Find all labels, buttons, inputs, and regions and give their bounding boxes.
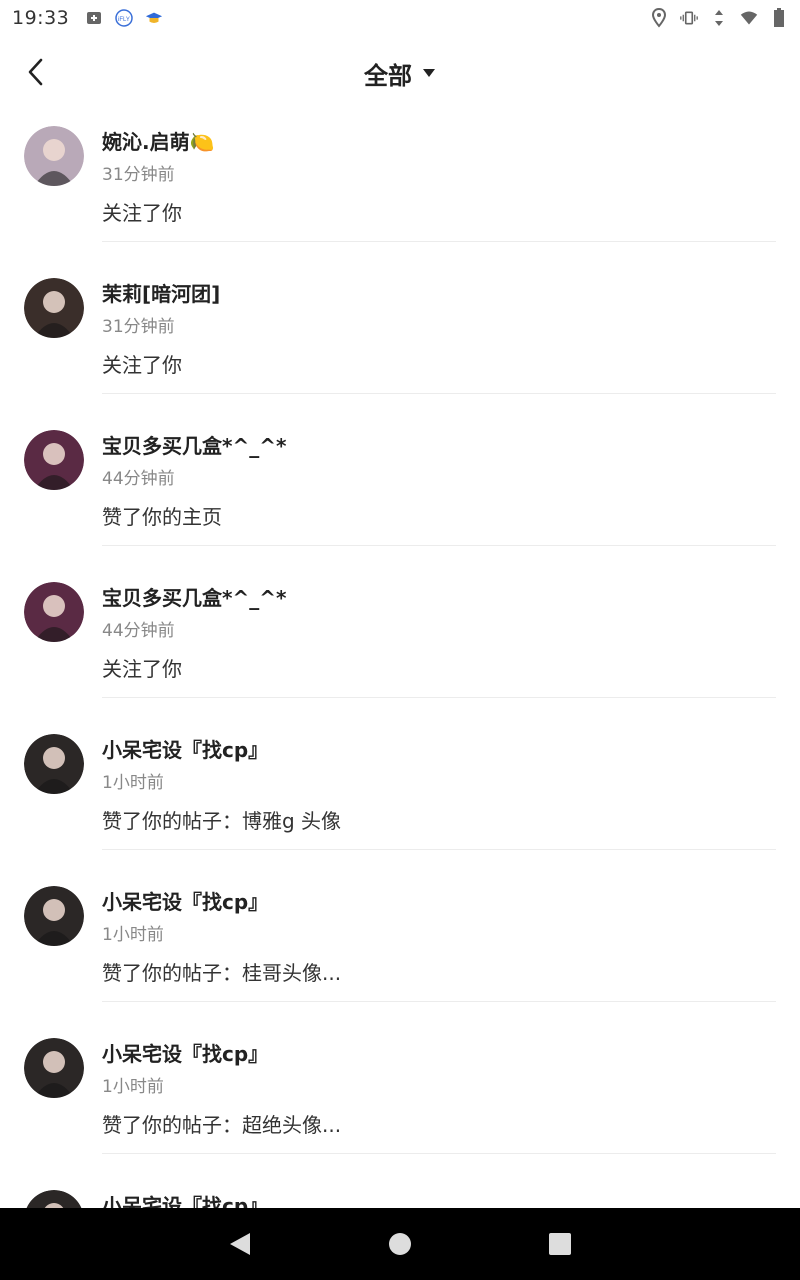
divider [102, 241, 776, 242]
avatar[interactable] [24, 1190, 84, 1208]
square-recents-icon [549, 1233, 571, 1255]
time-ago: 44分钟前 [102, 621, 175, 641]
divider [102, 545, 776, 546]
divider [102, 393, 776, 394]
status-bar: 19:33 iFLY [0, 0, 800, 36]
time-ago: 1小时前 [102, 1077, 164, 1097]
avatar[interactable] [24, 126, 84, 186]
user-name[interactable]: 小呆宅设『找cp』 [102, 1038, 268, 1067]
triangle-back-icon [230, 1233, 250, 1255]
graduation-cap-icon [145, 9, 163, 27]
avatar[interactable] [24, 886, 84, 946]
time-ago: 1小时前 [102, 925, 164, 945]
filter-dropdown[interactable]: 全部 [364, 56, 436, 91]
status-time: 19:33 [12, 7, 70, 29]
notification-item[interactable]: 小呆宅设『找cp』 1小时前 赞了你的帖子：超绝头像... [0, 1022, 800, 1174]
notification-item[interactable]: 茉莉[暗河团] 31分钟前 关注了你 [0, 262, 800, 414]
notification-text: 赞了你的帖子：超绝头像... [102, 1113, 342, 1137]
notification-text: 关注了你 [102, 657, 182, 681]
user-name[interactable]: 小呆宅设『找cp』 [102, 734, 268, 763]
divider [102, 1153, 776, 1154]
notification-item[interactable]: 婉沁.启萌🍋 31分钟前 关注了你 [0, 110, 800, 262]
header: 全部 [0, 36, 800, 110]
back-button[interactable] [18, 54, 54, 90]
user-name[interactable]: 小呆宅设『找cp』 [102, 1190, 268, 1208]
avatar[interactable] [24, 734, 84, 794]
nav-recents-button[interactable] [540, 1224, 580, 1264]
notification-list: 婉沁.启萌🍋 31分钟前 关注了你 茉莉[暗河团] 31分钟前 关注了你 宝贝多… [0, 110, 800, 1208]
avatar[interactable] [24, 582, 84, 642]
notification-item[interactable]: 小呆宅设『找cp』 1小时前 赞了你的帖子：桂哥头像... [0, 870, 800, 1022]
user-name[interactable]: 宝贝多买几盒*^_^* [102, 430, 286, 459]
time-ago: 31分钟前 [102, 165, 175, 185]
notification-text: 赞了你的帖子：博雅g 头像 [102, 809, 342, 833]
avatar[interactable] [24, 278, 84, 338]
wifi-icon [740, 9, 758, 27]
notification-item[interactable]: 小呆宅设『找cp』 1小时前 赞了你的帖子：博雅g 头像 [0, 718, 800, 870]
avatar[interactable] [24, 1038, 84, 1098]
system-nav-bar [0, 1208, 800, 1280]
battery-icon [770, 8, 788, 27]
notification-item[interactable]: 宝贝多买几盒*^_^* 44分钟前 关注了你 [0, 566, 800, 718]
time-ago: 31分钟前 [102, 317, 175, 337]
user-name[interactable]: 小呆宅设『找cp』 [102, 886, 268, 915]
notification-text: 关注了你 [102, 353, 182, 377]
circle-home-icon [389, 1233, 411, 1255]
divider [102, 1001, 776, 1002]
time-ago: 1小时前 [102, 773, 164, 793]
notification-item[interactable]: 宝贝多买几盒*^_^* 44分钟前 赞了你的主页 [0, 414, 800, 566]
vibrate-icon [680, 9, 698, 27]
location-icon [650, 8, 668, 28]
divider [102, 849, 776, 850]
svg-text:iFLY: iFLY [118, 17, 130, 23]
nav-home-button[interactable] [380, 1224, 420, 1264]
user-name[interactable]: 宝贝多买几盒*^_^* [102, 582, 286, 611]
page-title: 全部 [364, 61, 412, 90]
avatar[interactable] [24, 430, 84, 490]
data-arrows-icon [710, 9, 728, 27]
caret-down-icon [423, 69, 435, 77]
user-name[interactable]: 婉沁.启萌🍋 [102, 126, 215, 155]
plus-square-icon [85, 9, 103, 27]
notification-text: 赞了你的主页 [102, 505, 222, 529]
iflytek-icon: iFLY [115, 9, 134, 27]
nav-back-button[interactable] [220, 1224, 260, 1264]
notification-text: 关注了你 [102, 201, 182, 225]
notification-text: 赞了你的帖子：桂哥头像... [102, 961, 342, 985]
chevron-left-icon [28, 58, 43, 86]
divider [102, 697, 776, 698]
time-ago: 44分钟前 [102, 469, 175, 489]
user-name[interactable]: 茉莉[暗河团] [102, 278, 220, 307]
notification-item[interactable]: 小呆宅设『找cp』 [0, 1174, 800, 1208]
